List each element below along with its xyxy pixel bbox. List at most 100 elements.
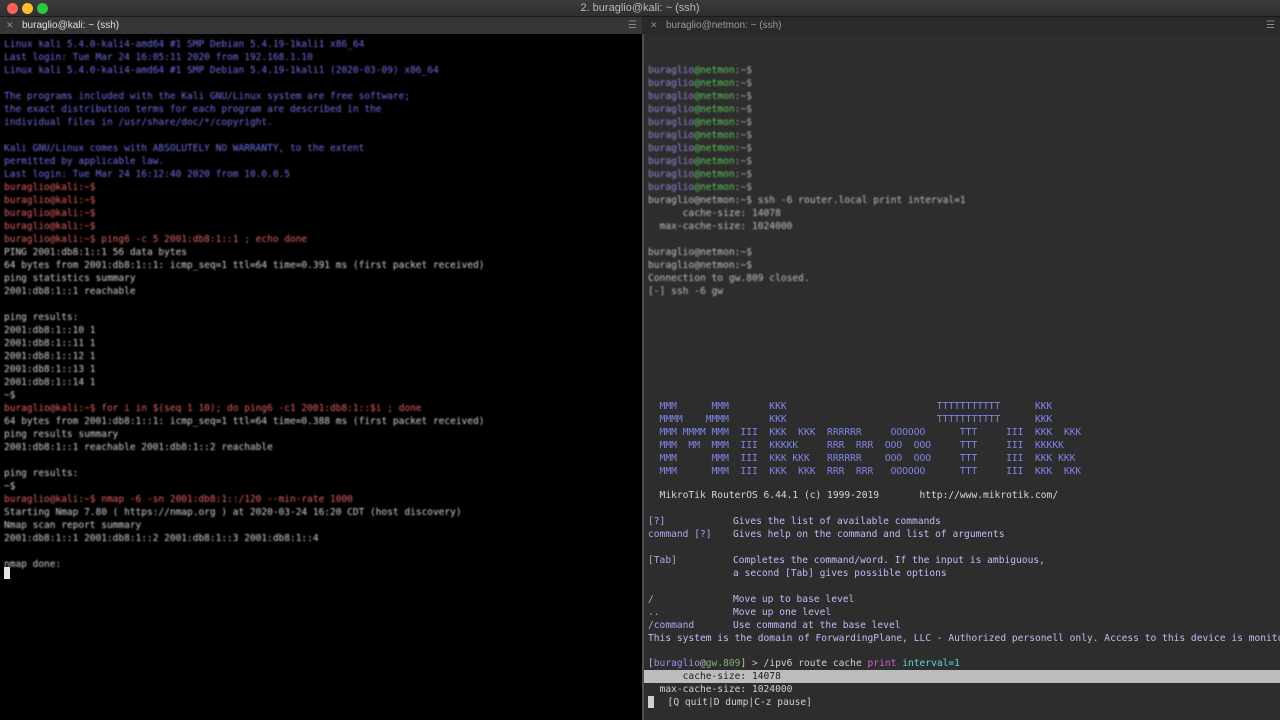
prompt-host: netmon xyxy=(700,117,735,128)
terminal-line: Last login: Tue Mar 24 16:12:40 2020 fro… xyxy=(4,169,290,180)
help-description: Gives the list of available commands xyxy=(733,516,941,527)
terminal-line: ping results summary xyxy=(4,429,119,440)
connection-closed-message: Connection to gw.809 closed. xyxy=(648,273,810,284)
terminal-line: 2001:db8:1::12 1 xyxy=(4,351,96,362)
close-tab-icon[interactable]: ✕ xyxy=(6,17,14,34)
terminal-line: Starting Nmap 7.80 ( https://nmap.org ) … xyxy=(4,507,462,518)
prompt-suffix: ~$ xyxy=(740,91,752,102)
previous-output-line: max-cache-size: 1024000 xyxy=(648,221,793,232)
mikrotik-logo-line: MMMM MMMM KKK TTTTTTTTTTT KKK xyxy=(648,414,1053,425)
prompt-line: buraglio@netmon:~$ xyxy=(648,103,752,116)
help-command: / xyxy=(648,594,654,605)
mikrotik-logo-line: MMM MMM III KKK KKK RRR RRR OOOOOO TTT I… xyxy=(648,466,1082,477)
terminal-line: Last login: Tue Mar 24 16:05:11 2020 fro… xyxy=(4,52,313,63)
prompt-suffix: ~$ xyxy=(740,169,752,180)
prompt-user: buraglio xyxy=(648,78,695,89)
terminal-line: ~$ xyxy=(4,390,16,401)
tab-kali[interactable]: ✕ buraglio@kali: ~ (ssh) ☰ xyxy=(0,17,642,34)
prompt-host: netmon xyxy=(700,104,735,115)
prompt-line: buraglio@netmon:~$ xyxy=(648,168,752,181)
prompt-suffix: ~$ xyxy=(740,65,752,76)
prompt-line: buraglio@netmon:~$ xyxy=(648,116,752,129)
help-command: [Tab] xyxy=(648,555,677,566)
prompt-host: netmon xyxy=(700,156,735,167)
current-prompt: [buraglio@gw.809] > /ipv6 route cache pr… xyxy=(648,657,960,670)
command-text: /ipv6 route cache xyxy=(763,658,868,669)
window-title: 2. buraglio@kali: ~ (ssh) xyxy=(580,2,700,14)
help-description: Move up to base level xyxy=(733,594,855,605)
prompt-suffix: ~$ xyxy=(740,156,752,167)
menu-icon[interactable]: ☰ xyxy=(628,17,637,34)
prompt-line: buraglio@netmon:~$ xyxy=(648,260,752,271)
prompt-user: buraglio xyxy=(648,117,695,128)
terminal-line: individual files in /usr/share/doc/*/cop… xyxy=(4,117,273,128)
max-cache-size-output: max-cache-size: 1024000 xyxy=(648,684,793,695)
prompt-host: netmon xyxy=(700,169,735,180)
prompt-user: buraglio xyxy=(648,104,695,115)
prompt-user: buraglio xyxy=(648,65,695,76)
terminal-line: buraglio@kali:~$ xyxy=(4,182,96,193)
prompt-suffix: ~$ xyxy=(740,104,752,115)
prompt-user: buraglio xyxy=(648,91,695,102)
help-description: Move up one level xyxy=(733,607,832,618)
terminal-line: PING 2001:db8:1::1 56 data bytes xyxy=(4,247,188,258)
prompt-host: netmon xyxy=(700,65,735,76)
status-line: [Q quit|D dump|C-z pause] xyxy=(656,697,812,708)
prompt-line: buraglio@netmon:~$ xyxy=(648,247,752,258)
terminal-line: nmap done: xyxy=(4,559,62,570)
routeros-banner: MikroTik RouterOS 6.44.1 (c) 1999-2019 h… xyxy=(648,490,1059,501)
previous-output-line: cache-size: 14078 xyxy=(648,208,781,219)
terminal-line: permitted by applicable law. xyxy=(4,156,165,167)
prompt-host: netmon xyxy=(700,78,735,89)
help-description: Completes the command/word. If the input… xyxy=(733,555,1045,566)
cache-size-output: cache-size: 14078 xyxy=(648,671,781,682)
ssh-command-line: [-] ssh -6 gw xyxy=(648,286,724,297)
terminal-line: 2001:db8:1::10 1 xyxy=(4,325,96,336)
help-description: Use command at the base level xyxy=(733,620,901,631)
tab-netmon[interactable]: ✕ buraglio@netmon: ~ (ssh) ☰ xyxy=(644,17,1280,34)
tab-label: buraglio@kali: ~ (ssh) xyxy=(22,20,120,31)
prompt-line: buraglio@netmon:~$ xyxy=(648,142,752,155)
terminal-line: The programs included with the Kali GNU/… xyxy=(4,91,411,102)
help-command: [?] xyxy=(648,516,666,527)
prompt-close: ] > xyxy=(740,658,764,669)
help-description: Gives help on the command and list of ar… xyxy=(733,529,1005,540)
terminal-line: Kali GNU/Linux comes with ABSOLUTELY NO … xyxy=(4,143,365,154)
prompt-user: buraglio xyxy=(648,169,695,180)
help-description: a second [Tab] gives possible options xyxy=(733,568,947,579)
close-tab-icon[interactable]: ✕ xyxy=(650,17,658,34)
prompt-host: gw.809 xyxy=(705,658,741,669)
prompt-host: netmon xyxy=(700,143,735,154)
prompt-line: buraglio@netmon:~$ xyxy=(648,64,752,77)
terminal-line: buraglio@kali:~$ nmap -6 -sn 2001:db8:1:… xyxy=(4,494,353,505)
help-command: /command xyxy=(648,620,695,631)
prompt-host: netmon xyxy=(700,91,735,102)
terminal-line: Nmap scan report summary xyxy=(4,520,142,531)
terminal-line: ping statistics summary xyxy=(4,273,136,284)
terminal-line: 2001:db8:1::1 2001:db8:1::2 2001:db8:1::… xyxy=(4,533,319,544)
window-titlebar: 2. buraglio@kali: ~ (ssh) xyxy=(0,0,1280,17)
terminal-line: 2001:db8:1::14 1 xyxy=(4,377,96,388)
terminal-line: 2001:db8:1::1 reachable 2001:db8:1::2 re… xyxy=(4,442,273,453)
prompt-user: buraglio xyxy=(648,143,695,154)
help-command: .. xyxy=(648,607,660,618)
terminal-line: the exact distribution terms for each pr… xyxy=(4,104,382,115)
mikrotik-logo-line: MMM MMMM MMM III KKK KKK RRRRRR OOOOOO T… xyxy=(648,427,1082,438)
terminal-pane-left[interactable]: Linux kali 5.4.0-kali4-amd64 #1 SMP Debi… xyxy=(0,34,642,720)
prompt-line: buraglio@netmon:~$ xyxy=(648,181,752,194)
terminal-line: 2001:db8:1::13 1 xyxy=(4,364,96,375)
terminal-line: buraglio@kali:~$ xyxy=(4,195,96,206)
prompt-line: buraglio@netmon:~$ xyxy=(648,129,752,142)
prompt-line: buraglio@netmon:~$ xyxy=(648,155,752,168)
prompt-line: buraglio@netmon:~$ xyxy=(648,90,752,103)
prompt-suffix: ~$ xyxy=(740,182,752,193)
tab-label: buraglio@netmon: ~ (ssh) xyxy=(666,20,782,31)
terminal-line: buraglio@kali:~$ for i in $(seq 1 10); d… xyxy=(4,403,422,414)
prompt-host: netmon xyxy=(700,182,735,193)
prompt-host: netmon xyxy=(700,130,735,141)
menu-icon[interactable]: ☰ xyxy=(1266,17,1275,34)
terminal-line: ping results: xyxy=(4,312,79,323)
terminal-cursor xyxy=(648,696,654,708)
keyword-print: print xyxy=(867,658,897,669)
terminal-pane-right[interactable]: cache-size: 14078 max-cache-size: 102400… xyxy=(644,34,1280,720)
